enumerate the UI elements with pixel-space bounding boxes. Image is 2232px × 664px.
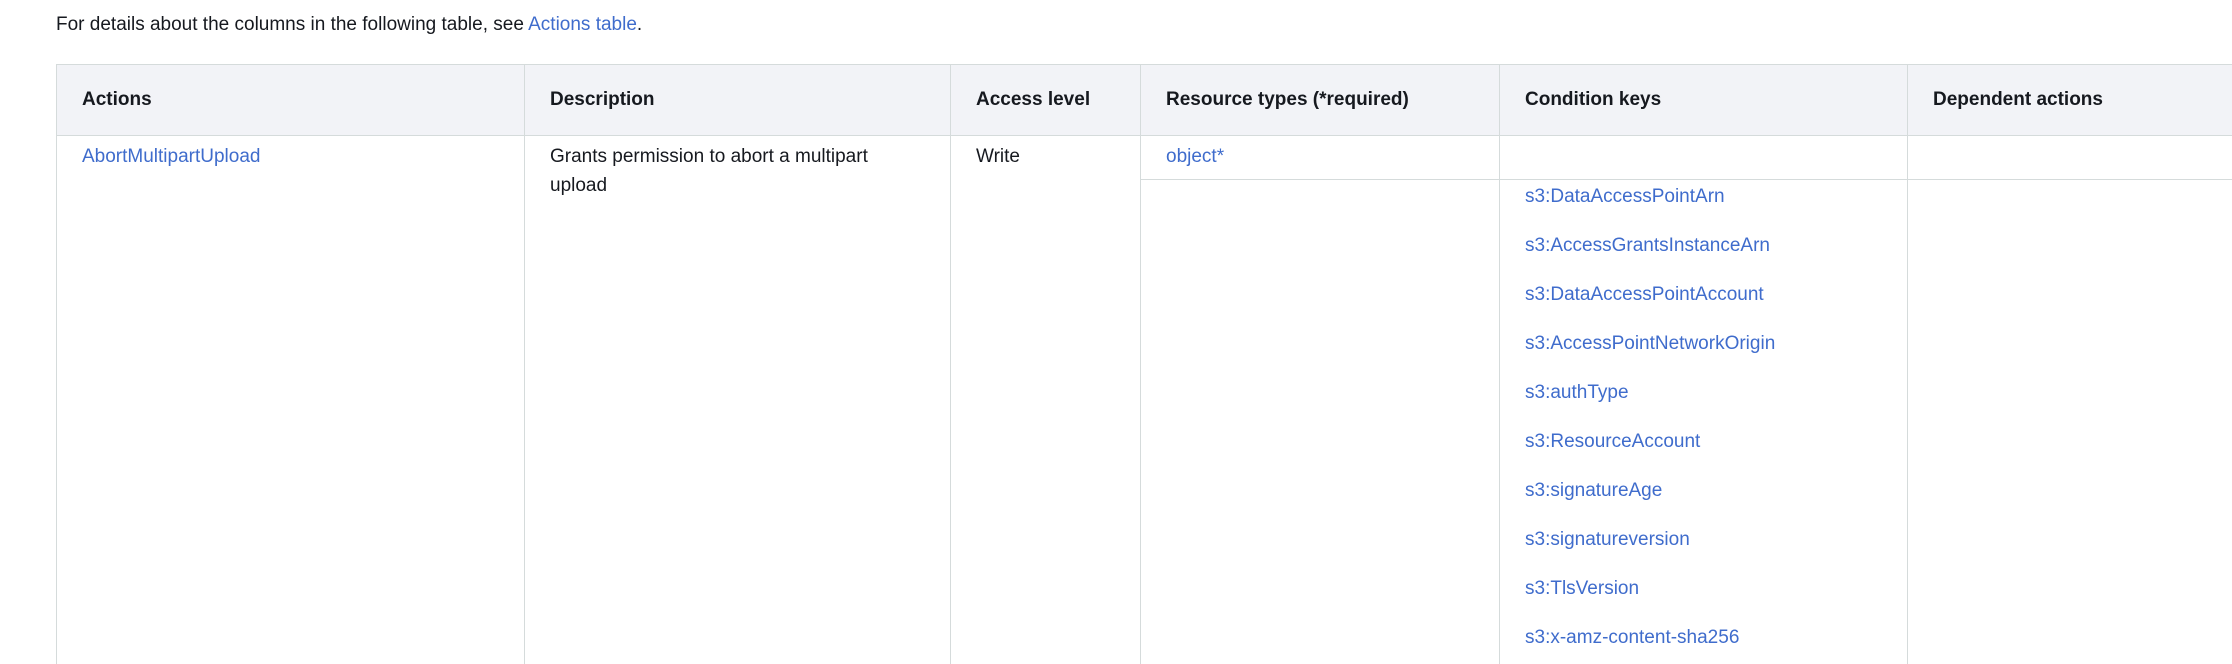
action-cell: AbortMultipartUpload (57, 136, 525, 664)
condition-key-link[interactable]: s3:authType (1525, 382, 1629, 403)
condition-key-link[interactable]: s3:x-amz-content-sha256 (1525, 627, 1739, 648)
dependent-actions-cell-empty (1908, 136, 2232, 180)
condition-key-link[interactable]: s3:DataAccessPointAccount (1525, 284, 1764, 305)
actions-table: Actions Description Access level Resourc… (56, 64, 2232, 664)
header-actions: Actions (57, 65, 525, 136)
action-link[interactable]: AbortMultipartUpload (82, 146, 260, 167)
condition-key-link[interactable]: s3:TlsVersion (1525, 578, 1639, 599)
condition-keys-cell-empty (1500, 136, 1908, 180)
actions-table-link[interactable]: Actions table (528, 14, 637, 35)
header-dependent-actions: Dependent actions (1908, 65, 2232, 136)
condition-key-link[interactable]: s3:AccessGrantsInstanceArn (1525, 235, 1770, 256)
intro-paragraph: For details about the columns in the fol… (56, 12, 642, 38)
condition-key-link[interactable]: s3:AccessPointNetworkOrigin (1525, 333, 1775, 354)
actions-table-container: Actions Description Access level Resourc… (56, 64, 2232, 664)
header-access-level: Access level (951, 65, 1141, 136)
condition-key-link[interactable]: s3:ResourceAccount (1525, 431, 1700, 452)
intro-period: . (637, 14, 642, 35)
resource-type-link[interactable]: object* (1166, 146, 1224, 167)
table-header-row: Actions Description Access level Resourc… (57, 65, 2232, 136)
header-description: Description (525, 65, 951, 136)
header-resource-types: Resource types (*required) (1141, 65, 1500, 136)
condition-key-link[interactable]: s3:DataAccessPointArn (1525, 186, 1725, 207)
access-level-cell: Write (951, 136, 1141, 664)
condition-key-link[interactable]: s3:signatureAge (1525, 480, 1662, 501)
condition-keys-cell: s3:DataAccessPointArn s3:AccessGrantsIns… (1500, 180, 1908, 664)
table-row: AbortMultipartUpload Grants permission t… (57, 136, 2232, 180)
condition-key-link[interactable]: s3:signatureversion (1525, 529, 1690, 550)
intro-text: For details about the columns in the fol… (56, 14, 528, 35)
resource-type-cell: object* (1141, 136, 1500, 180)
dependent-actions-cell (1908, 180, 2232, 664)
header-condition-keys: Condition keys (1500, 65, 1908, 136)
resource-type-cell-empty (1141, 180, 1500, 664)
description-cell: Grants permission to abort a multipart u… (525, 136, 951, 664)
